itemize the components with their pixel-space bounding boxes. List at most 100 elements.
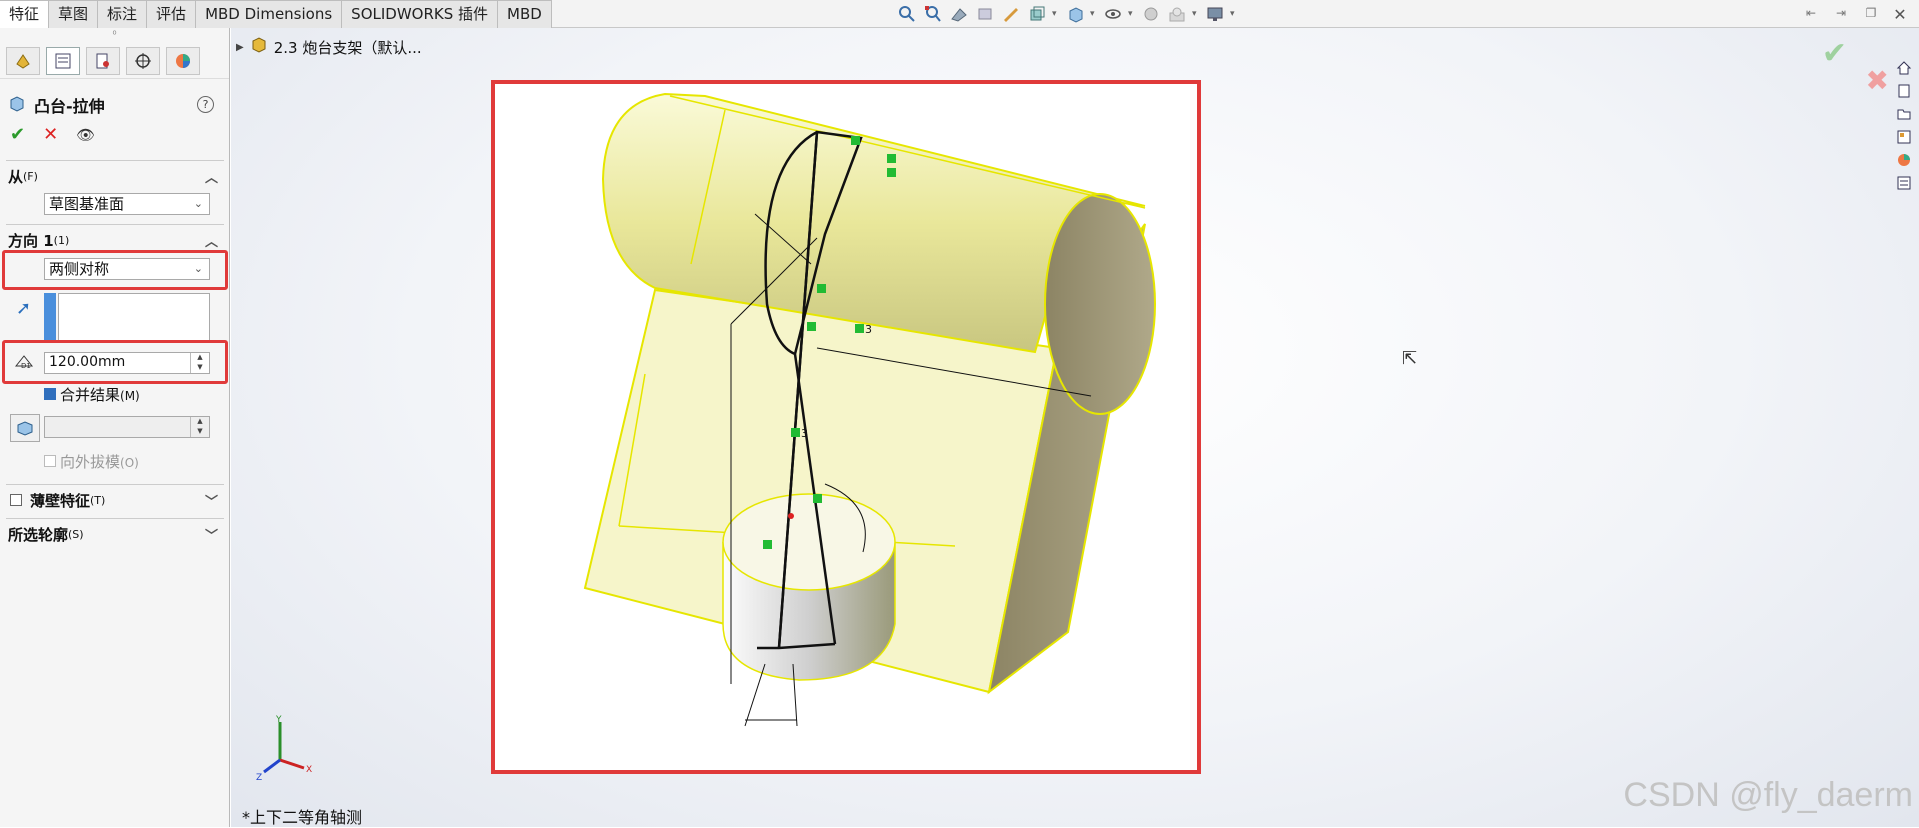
section-from-hotkey: (F) (23, 169, 38, 183)
chevron-down-icon[interactable]: ▾ (1192, 9, 1200, 19)
selected-contours-label: 所选轮廓 (8, 525, 69, 544)
ok-button[interactable]: ✔ (10, 124, 25, 145)
part-name: 2.3 炮台支架（默认... (273, 38, 422, 57)
tab-features[interactable]: 特征 (0, 0, 50, 29)
confirm-cancel-icon[interactable]: ✖ (1866, 64, 1889, 97)
panel-grip[interactable]: ⁰ (0, 28, 229, 44)
section-view-icon[interactable] (974, 4, 996, 24)
property-manager: ⁰ 凸台-拉伸 ? ✔ ✕ 👁 从 (F) ︿ 草图基准面 ⌄ 方向 1 (1) ︿… (0, 28, 230, 827)
detailed-preview-icon[interactable]: 👁 (76, 126, 95, 144)
expand-icon[interactable]: ▶ (236, 42, 244, 53)
confirm-check-icon[interactable]: ✔ (1822, 36, 1847, 71)
appearances-icon[interactable] (1893, 150, 1915, 170)
highlight-box-model: 3 3 (491, 80, 1201, 774)
section-from-label: 从 (8, 167, 24, 186)
draft-outward-text: 向外拔模 (60, 453, 121, 471)
direction-selection-box[interactable] (58, 293, 210, 343)
section-thin-feature[interactable]: 薄壁特征 (T) ﹀ (30, 488, 222, 512)
previous-view-icon[interactable] (948, 4, 970, 24)
relation-count-label: 3 (801, 427, 808, 440)
divider (6, 224, 224, 225)
watermark: CSDN @fly_daerm (1623, 776, 1913, 814)
help-icon[interactable]: ? (197, 96, 214, 113)
cancel-button[interactable]: ✕ (43, 124, 58, 145)
triad-z-label: Z (256, 773, 262, 783)
zoom-area-icon[interactable] (922, 4, 944, 24)
section-selected-contours[interactable]: 所选轮廓 (S) ﹀ (8, 522, 222, 546)
chevron-down-icon[interactable]: ▾ (1052, 9, 1060, 19)
chevron-up-icon[interactable]: ︿ (205, 231, 218, 250)
draft-angle-input[interactable]: ▲ ▼ (44, 416, 210, 438)
reference-triad[interactable]: Y X Z (254, 714, 314, 788)
divider (6, 484, 224, 485)
close-icon[interactable]: ✕ (1889, 3, 1911, 25)
tab-sketch[interactable]: 草图 (49, 0, 99, 28)
draft-toggle-button[interactable] (10, 414, 40, 442)
chevron-down-icon[interactable]: ⌄ (194, 194, 203, 214)
section-from[interactable]: 从 (F) ︿ (8, 164, 222, 188)
design-library-icon[interactable] (1893, 81, 1915, 101)
zoom-to-fit-icon[interactable] (896, 4, 918, 24)
view-palette-icon[interactable] (1893, 127, 1915, 147)
property-manager-tab-icon[interactable] (46, 47, 80, 75)
feature-header: 凸台-拉伸 ? (8, 90, 222, 120)
tab-solidworks-addins[interactable]: SOLIDWORKS 插件 (342, 0, 499, 28)
draft-outward-hotkey: (O) (120, 456, 139, 470)
display-manager-tab-icon[interactable] (166, 47, 200, 75)
feature-manager-tab-icon[interactable] (6, 47, 40, 75)
triad-x-label: X (306, 765, 312, 775)
divider (6, 160, 224, 161)
view-orientation-icon[interactable] (1026, 4, 1048, 24)
command-tabs: 特征 草图 标注 评估 MBD Dimensions SOLIDWORKS 插件… (0, 0, 552, 29)
restore-icon[interactable]: ❐ (1861, 5, 1881, 21)
merge-result-checkbox[interactable] (44, 388, 56, 400)
scene-icon[interactable] (1166, 4, 1188, 24)
merge-result-label: 合并结果(M) (60, 384, 140, 405)
draft-outward-label: 向外拔模(O) (60, 451, 139, 472)
chevron-down-icon[interactable]: ▾ (1128, 9, 1136, 19)
mouse-pointer-icon: ⇱ (1402, 348, 1418, 369)
section-direction-1-label: 方向 1 (8, 231, 54, 250)
pm-action-buttons: ✔ ✕ 👁 (10, 124, 95, 145)
tab-evaluate[interactable]: 评估 (147, 0, 197, 28)
view-settings-icon[interactable] (1204, 4, 1226, 24)
feature-title: 凸台-拉伸 (34, 97, 105, 116)
section-direction-1[interactable]: 方向 1 (1) ︿ (8, 228, 222, 252)
flyout-tree-node[interactable]: ▶ 2.3 炮台支架（默认... (236, 36, 422, 58)
spin-up-icon[interactable]: ▲ (191, 417, 209, 427)
command-manager-tabbar: 特征 草图 标注 评估 MBD Dimensions SOLIDWORKS 插件… (0, 0, 1919, 29)
edit-appearance-icon[interactable] (1140, 4, 1162, 24)
model-preview[interactable]: 3 3 (495, 84, 1197, 770)
tab-mbd[interactable]: MBD (498, 0, 552, 28)
hide-show-icon[interactable] (1102, 4, 1124, 24)
tab-mbd-dimensions[interactable]: MBD Dimensions (196, 0, 343, 28)
part-icon (250, 36, 268, 58)
merge-result-hotkey: (M) (120, 389, 140, 403)
chevron-down-icon[interactable]: ▾ (1090, 9, 1098, 19)
spin-down-icon[interactable]: ▼ (191, 427, 209, 437)
from-select[interactable]: 草图基准面 ⌄ (44, 193, 210, 215)
chevron-up-icon[interactable]: ︿ (205, 167, 218, 186)
chevron-down-icon[interactable]: ▾ (1230, 9, 1238, 19)
thin-feature-checkbox[interactable] (10, 494, 22, 506)
tab-markup[interactable]: 标注 (98, 0, 148, 28)
chevron-down-icon[interactable]: ﹀ (205, 491, 218, 510)
tile-left-icon[interactable]: ⇤ (1801, 5, 1821, 21)
reverse-direction-icon[interactable]: ➚ (16, 298, 31, 319)
draft-outward-checkbox[interactable] (44, 455, 56, 467)
tile-right-icon[interactable]: ⇥ (1831, 5, 1851, 21)
custom-properties-icon[interactable] (1893, 173, 1915, 193)
display-style-icon[interactable] (1064, 4, 1086, 24)
boss-extrude-icon (8, 94, 26, 116)
configuration-manager-tab-icon[interactable] (86, 47, 120, 75)
home-icon[interactable] (1893, 58, 1915, 78)
dimxpert-tab-icon[interactable] (126, 47, 160, 75)
thin-feature-label: 薄壁特征 (30, 491, 91, 510)
chevron-down-icon[interactable]: ﹀ (205, 525, 218, 544)
file-explorer-icon[interactable] (1893, 104, 1915, 124)
from-select-value: 草图基准面 (49, 195, 125, 213)
triad-y-label: Y (275, 715, 282, 725)
dynamic-annotation-icon[interactable] (1000, 4, 1022, 24)
boss-top (722, 493, 896, 591)
origin-marker (788, 513, 794, 519)
